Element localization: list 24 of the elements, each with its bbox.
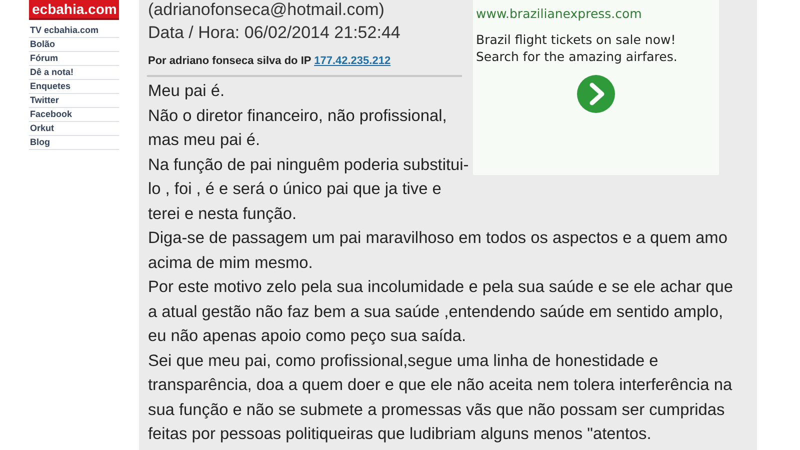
email-address: (adrianofonseca@hotmail.com) [148,0,384,20]
sidebar-link[interactable]: Bolão [29,38,119,51]
sidebar-link[interactable]: Dê a nota! [29,66,119,79]
sidebar-link[interactable]: Facebook [29,108,119,121]
sidebar-link[interactable]: Blog [29,136,119,149]
sidebar-link[interactable]: TV ecbahia.com [29,24,119,37]
ip-link[interactable]: 177.42.235.212 [314,55,391,67]
comment-paragraph: Meu pai é. [148,81,226,102]
post-author: Por adriano fonseca silva do IP 177.42.235.212 [148,55,391,67]
arrow-button-icon[interactable] [577,75,615,113]
ad-text: Search for the amazing airfares. [476,48,678,65]
sidebar-link[interactable]: Enquetes [29,80,119,93]
site-logo[interactable]: ecbahia.com [29,0,119,20]
sidebar-link[interactable]: Twitter [29,94,119,107]
comment-paragraph: Não o diretor financeiro, não profissional, mas meu pai é. [148,106,448,151]
comment-paragraph: Por este motivo zelo pela sua incolumidade e pela sua saúde e se ele achar que a atual gestão não faz bem a sua saúde ,entendendo saúde em sentido amplo, eu não apenas apoio como peço sua saída. [148,277,734,347]
sidebar-link[interactable]: Orkut [29,122,119,135]
comment-paragraph: Sei que meu pai, como profissional,segue uma linha de honestidade e transparência, doa a quem doer e que ele não aceita nem tolera interferência na sua função e não se submete a promessas vãs que não possam ser cumpridas feitas por pessoas politiqueiras que ludibriam alguns menos "atentos. [148,350,734,445]
comment-paragraph: Na função de pai ninguêm poderia substitui-lo , foi , é e será o único pai que ja tive e terei e nesta função. [148,154,470,224]
ad-text: Brazil flight tickets on sale now! [476,31,677,48]
sidebar-link[interactable]: Fórum [29,52,119,65]
post-datetime: Data / Hora: 06/02/2014 21:52:44 [148,23,400,43]
ad-url[interactable]: www.brazilianexpress.com [476,6,642,21]
comment-paragraph: Diga-se de passagem um pai maravilhoso em todos os aspectos e a quem amo acima de mim mesmo. [148,228,728,274]
